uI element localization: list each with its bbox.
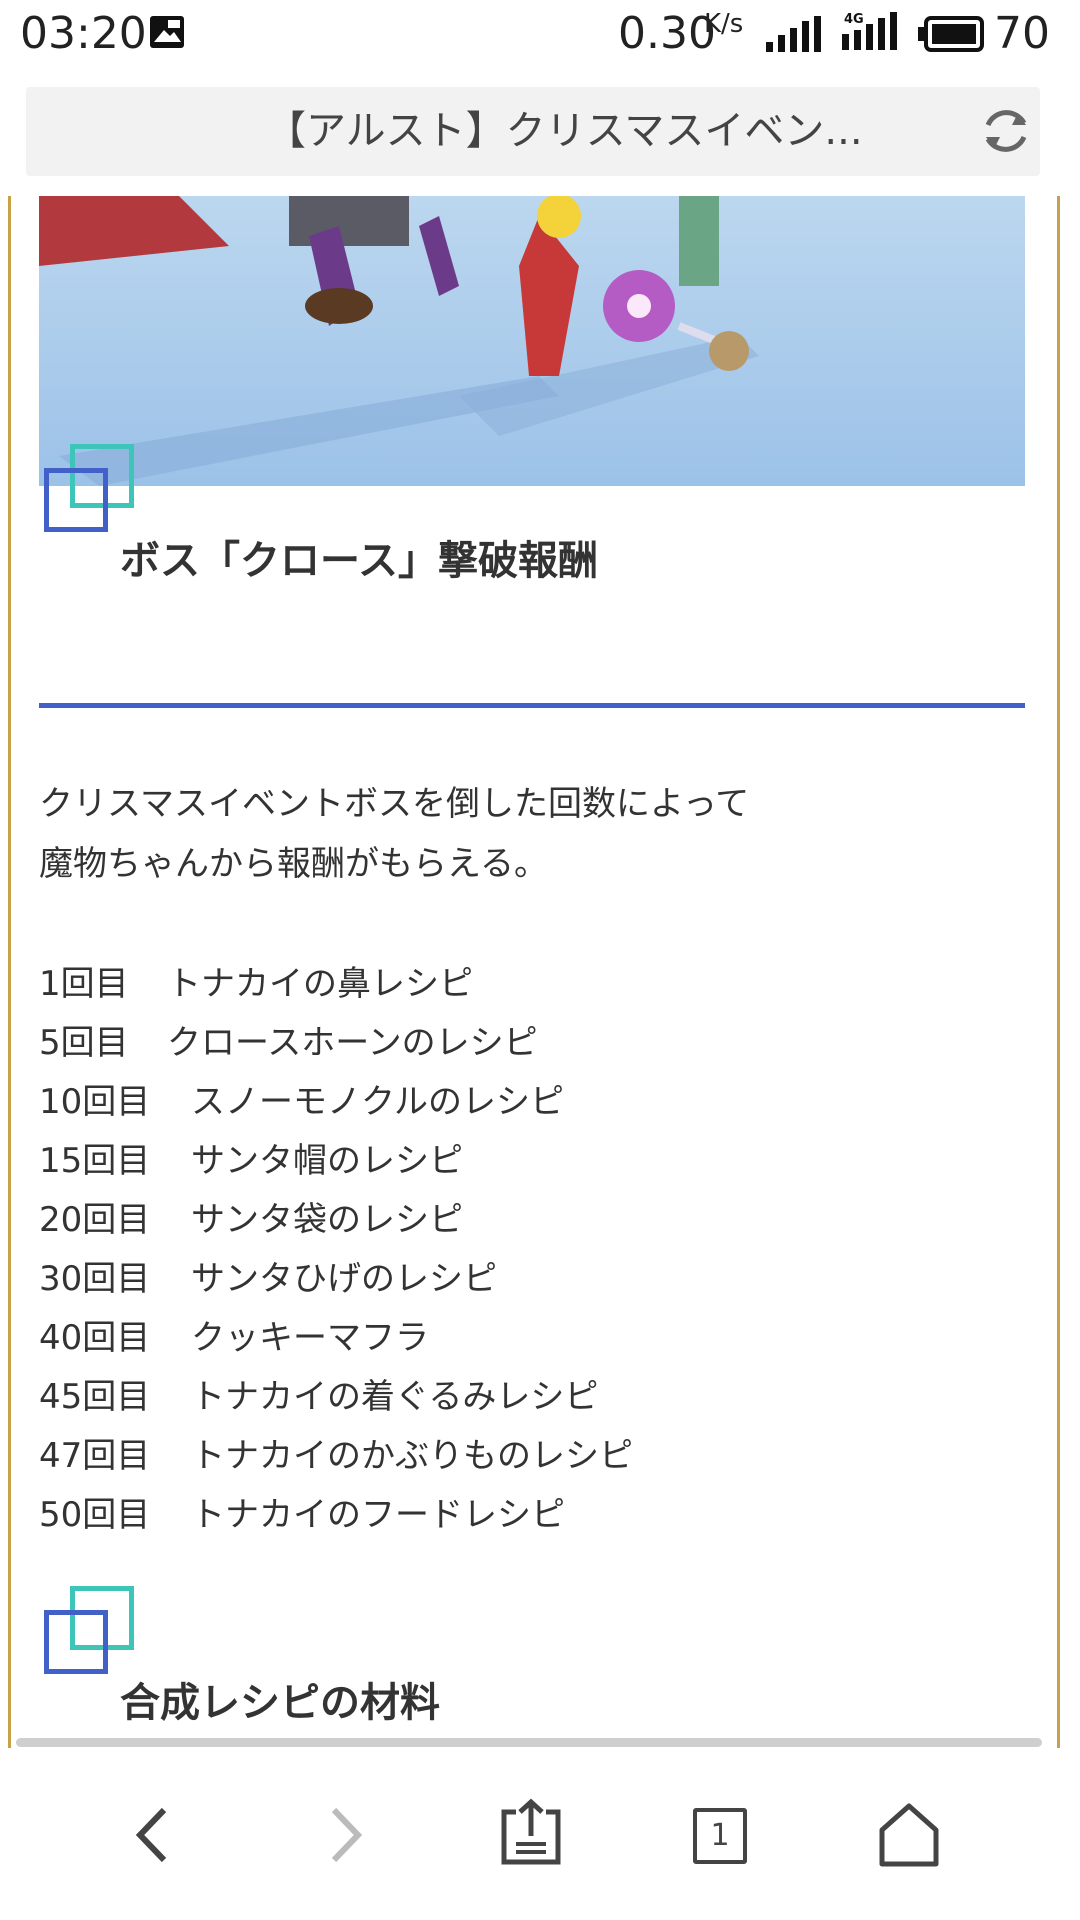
status-bar: 03:20 0.30 K/s 4G 70 [0,0,1080,68]
reward-item: サンタ袋のレシピ [191,1200,463,1240]
reward-item: サンタひげのレシピ [191,1259,497,1299]
battery-icon [918,16,984,52]
heading-underline [39,703,1025,708]
network-speed: 0.30 [618,8,716,59]
article-banner-image [39,196,1025,486]
network-speed-unit: K/s [704,9,744,39]
horizontal-scrollbar[interactable] [16,1738,1042,1747]
reward-item: トナカイのフードレシピ [191,1495,565,1535]
address-bar[interactable]: 【アルスト】クリスマスイベン... [26,87,1040,176]
reward-row: 20回目 サンタ袋のレシピ [39,1192,463,1241]
reward-row: 15回目 サンタ帽のレシピ [39,1133,463,1182]
signal-icon [764,16,826,52]
reward-count: 47回目 [39,1436,151,1476]
section-heading-2: 合成レシピの材料 [120,1680,440,1726]
reward-count: 20回目 [39,1200,151,1240]
reward-row: 45回目 トナカイの着ぐるみレシピ [39,1369,598,1418]
heading-decoration-icon [44,1586,140,1682]
heading-decoration-icon [44,444,140,540]
status-time: 03:20 [20,8,147,59]
reward-row: 1回目 トナカイの鼻レシピ [39,956,473,1005]
reload-icon[interactable] [976,101,1036,161]
bottom-nav-bar: 1 [0,1748,1080,1920]
section-heading: ボス「クロース」撃破報酬 [120,538,598,584]
reward-item: スノーモノクルのレシピ [191,1082,564,1122]
reward-item: トナカイのかぶりものレシピ [191,1436,633,1476]
intro-text-line2: 魔物ちゃんから報酬がもらえる。 [39,844,548,884]
tabs-button[interactable]: 1 [675,1790,765,1880]
reward-item: クッキーマフラ [191,1318,429,1358]
reward-item: クロースホーンのレシピ [167,1023,538,1063]
reward-row: 5回目 クロースホーンのレシピ [39,1015,538,1064]
battery-level: 70 [994,8,1050,59]
back-icon[interactable] [106,1790,196,1880]
reward-count: 30回目 [39,1259,151,1299]
reward-row: 40回目 クッキーマフラ [39,1310,429,1359]
home-icon[interactable] [864,1790,954,1880]
reward-item: トナカイの着ぐるみレシピ [191,1377,599,1417]
forward-icon[interactable] [300,1790,390,1880]
image-notification-icon [148,14,186,50]
reward-item: トナカイの鼻レシピ [167,964,473,1004]
reward-row: 47回目 トナカイのかぶりものレシピ [39,1428,633,1477]
reward-count: 5回目 [39,1023,129,1063]
left-border [8,196,11,1748]
article-content: ボス「クロース」撃破報酬 クリスマスイベントボスを倒した回数によって 魔物ちゃん… [0,196,1080,1748]
reward-row: 30回目 サンタひげのレシピ [39,1251,497,1300]
reward-item: サンタ帽のレシピ [191,1141,463,1181]
reward-count: 50回目 [39,1495,151,1535]
reward-row: 50回目 トナカイのフードレシピ [39,1487,565,1536]
right-border [1057,196,1060,1748]
tab-count: 1 [693,1808,747,1864]
reward-count: 45回目 [39,1377,151,1417]
network-4g-icon: 4G [840,12,902,52]
share-icon[interactable] [486,1790,576,1880]
reward-count: 15回目 [39,1141,151,1181]
intro-text-line1: クリスマスイベントボスを倒した回数によって [39,784,750,824]
reward-row: 10回目 スノーモノクルのレシピ [39,1074,564,1123]
reward-count: 40回目 [39,1318,151,1358]
page-title[interactable]: 【アルスト】クリスマスイベン... [266,87,886,176]
reward-count: 1回目 [39,964,129,1004]
reward-count: 10回目 [39,1082,151,1122]
